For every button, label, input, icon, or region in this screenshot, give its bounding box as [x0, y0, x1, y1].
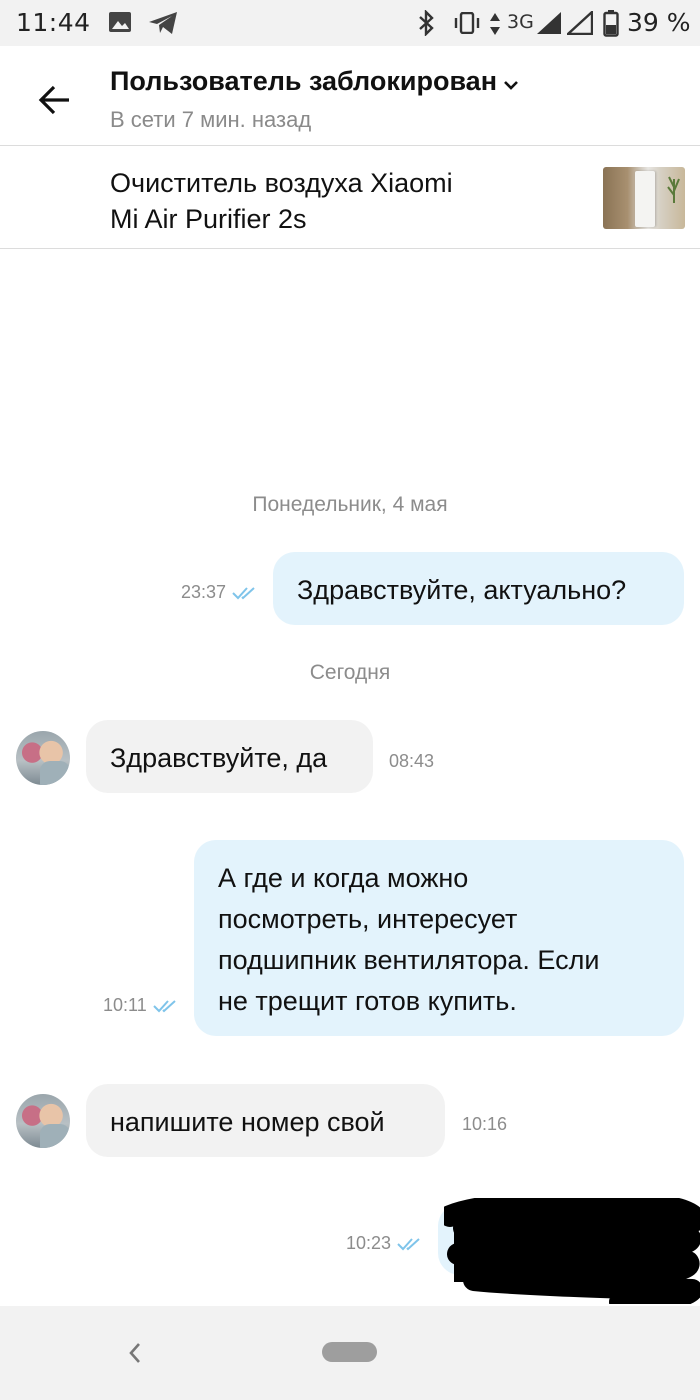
incoming-message[interactable]: Здравствуйте, да [86, 720, 373, 793]
outgoing-message[interactable]: Здравствуйте, актуально? [273, 552, 684, 625]
status-bar: 11:44 3G 39 % [0, 0, 700, 46]
plant-image [667, 176, 680, 203]
arrow-left-icon [38, 85, 69, 115]
system-nav-bar [0, 1306, 700, 1400]
read-checkmarks-icon [397, 1238, 420, 1251]
chat-header: Пользователь заблокирован В сети 7 мин. … [0, 46, 700, 146]
date-separator: Понедельник, 4 мая [252, 493, 448, 516]
data-arrows-icon [489, 12, 501, 40]
last-seen-status: В сети 7 мин. назад [110, 107, 312, 132]
message-time: 08:43 [389, 751, 435, 771]
contact-name: Пользователь заблокирован [110, 66, 498, 96]
product-title-line-1: Очиститель воздуха Xiaomi [110, 168, 453, 198]
product-card[interactable]: Очиститель воздуха Xiaomi Mi Air Purifie… [0, 147, 700, 249]
chevron-left-icon [129, 1343, 140, 1363]
nav-back-button[interactable] [118, 1336, 152, 1370]
signal-icon [536, 11, 562, 39]
avatar[interactable] [16, 1094, 70, 1148]
message-line: А где и когда можно [218, 863, 469, 893]
message-time: 23:37 [181, 582, 258, 603]
read-checkmarks-icon [153, 1000, 176, 1013]
signal-icon [564, 9, 594, 39]
battery-icon [603, 9, 619, 41]
message-time: 10:16 [462, 1114, 508, 1134]
redaction-scribble [444, 1198, 700, 1304]
read-checkmarks-icon [232, 587, 255, 600]
vibrate-icon [452, 11, 482, 38]
message-time: 10:11 [103, 995, 179, 1016]
message-line: не трещит готов купить. [218, 986, 517, 1016]
outgoing-message[interactable]: А где и когда можно посмотреть, интересу… [194, 840, 684, 1036]
air-purifier-image [635, 171, 655, 227]
contact-title-dropdown[interactable]: Пользователь заблокирован [110, 66, 519, 98]
battery-level: 39 % [627, 8, 691, 37]
product-thumbnail[interactable] [603, 167, 685, 229]
back-button[interactable] [28, 74, 80, 126]
home-pill-icon[interactable] [322, 1342, 377, 1362]
gallery-icon [108, 10, 132, 38]
message-line: посмотреть, интересует [218, 904, 518, 934]
product-title-line-2: Mi Air Purifier 2s [110, 204, 307, 234]
network-type: 3G [507, 11, 534, 33]
avatar[interactable] [16, 731, 70, 785]
telegram-icon [148, 11, 178, 39]
date-separator: Сегодня [309, 661, 391, 684]
message-time: 10:23 [346, 1233, 423, 1254]
incoming-message[interactable]: напишите номер свой [86, 1084, 445, 1157]
status-time: 11:44 [16, 8, 91, 37]
product-title: Очиститель воздуха Xiaomi Mi Air Purifie… [110, 165, 550, 237]
chevron-down-icon [503, 67, 519, 98]
bluetooth-icon [417, 9, 435, 40]
message-line: подшипник вентилятора. Если [218, 945, 600, 975]
